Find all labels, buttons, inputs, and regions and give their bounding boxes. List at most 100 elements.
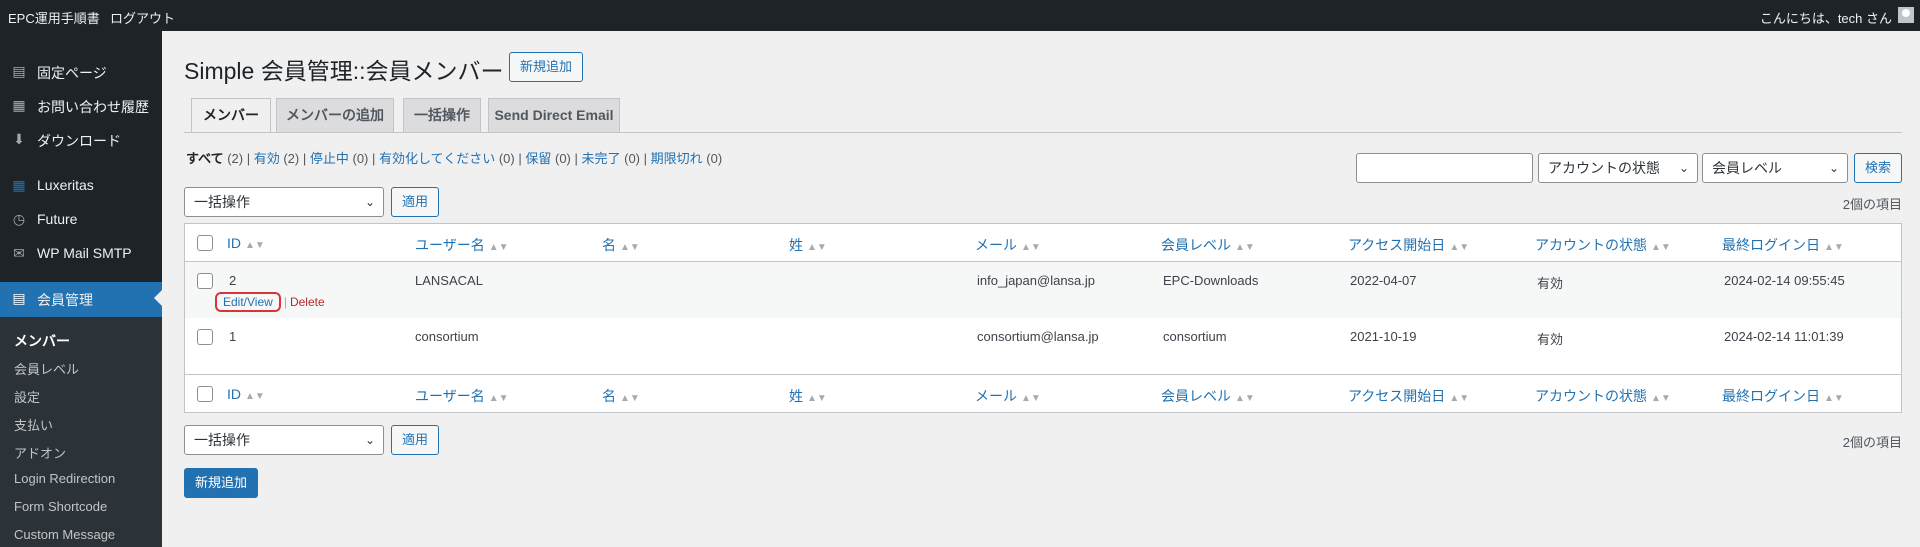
column-last-login[interactable]: 最終ログイン日 ▲▼	[1722, 386, 1844, 406]
submenu-addons[interactable]: アドオン	[14, 443, 66, 462]
column-account-status[interactable]: アカウントの状態 ▲▼	[1535, 386, 1671, 406]
filter-expired[interactable]: 期限切れ	[651, 151, 703, 166]
column-email[interactable]: メール ▲▼	[975, 235, 1041, 255]
site-name-link[interactable]: EPC運用手順書	[8, 8, 100, 27]
sidebar-item-wp-mail-smtp[interactable]: ✉ WP Mail SMTP	[0, 237, 162, 269]
submenu-login-redirection[interactable]: Login Redirection	[14, 471, 115, 486]
add-new-button[interactable]: 新規追加	[509, 52, 583, 82]
column-username[interactable]: ユーザー名 ▲▼	[415, 235, 509, 255]
avatar[interactable]	[1898, 7, 1914, 23]
column-last-name[interactable]: 姓 ▲▼	[789, 386, 827, 406]
download-icon: ⬇	[13, 131, 25, 147]
bulk-action-select-bottom[interactable]: 一括操作 ⌄	[184, 425, 384, 455]
sort-icon: ▲▼	[1651, 393, 1671, 404]
filter-activation-required[interactable]: 有効化してください	[379, 151, 495, 166]
sort-icon: ▲▼	[1651, 242, 1671, 253]
delete-link[interactable]: Delete	[290, 295, 325, 309]
sort-icon: ▲▼	[1021, 393, 1041, 404]
sort-icon: ▲▼	[1235, 242, 1255, 253]
column-id[interactable]: ID ▲▼	[227, 235, 265, 251]
sidebar-item-contact-history[interactable]: ▦ お問い合わせ履歴	[0, 89, 162, 121]
logout-link[interactable]: ログアウト	[110, 8, 175, 27]
member-submenu: メンバー 会員レベル 設定 支払い アドオン Login Redirection…	[0, 317, 162, 547]
sidebar-item-label: WP Mail SMTP	[37, 245, 132, 261]
select-all-checkbox[interactable]	[197, 235, 213, 251]
row-actions: Edit/View | Delete	[215, 292, 325, 312]
sidebar-item-luxeritas[interactable]: ▦ Luxeritas	[0, 169, 162, 201]
submenu-member-levels[interactable]: 会員レベル	[14, 359, 79, 378]
filter-pending[interactable]: 保留	[525, 151, 551, 166]
submenu-members[interactable]: メンバー	[14, 331, 70, 351]
sort-icon: ▲▼	[1235, 393, 1255, 404]
sort-icon: ▲▼	[620, 242, 640, 253]
column-first-name[interactable]: 名 ▲▼	[602, 386, 640, 406]
sort-icon: ▲▼	[1449, 242, 1470, 253]
sort-icon: ▲▼	[807, 242, 827, 253]
cell-email: info_japan@lansa.jp	[977, 273, 1096, 288]
apply-button-top[interactable]: 適用	[391, 187, 439, 217]
column-member-level[interactable]: 会員レベル ▲▼	[1161, 386, 1255, 406]
tab-members[interactable]: メンバー	[191, 98, 271, 133]
column-member-level[interactable]: 会員レベル ▲▼	[1161, 235, 1255, 255]
tab-add-member[interactable]: メンバーの追加	[276, 98, 394, 133]
filter-active[interactable]: 有効	[254, 151, 280, 166]
cell-member-level: consortium	[1163, 329, 1227, 344]
apply-button-bottom[interactable]: 適用	[391, 425, 439, 455]
submenu-settings[interactable]: 設定	[14, 387, 40, 406]
sidebar-item-future[interactable]: ◷ Future	[0, 203, 162, 235]
submenu-form-shortcode[interactable]: Form Shortcode	[14, 499, 107, 514]
cell-username: consortium	[415, 329, 479, 344]
sidebar-item-pages[interactable]: ▤ 固定ページ	[0, 55, 162, 87]
search-button[interactable]: 検索	[1854, 153, 1902, 183]
column-last-login[interactable]: 最終ログイン日 ▲▼	[1722, 235, 1844, 255]
tab-bulk-operation[interactable]: 一括操作	[403, 98, 481, 133]
column-email[interactable]: メール ▲▼	[975, 386, 1041, 406]
account-status-select[interactable]: アカウントの状態 ⌄	[1538, 153, 1698, 183]
tab-send-direct-email[interactable]: Send Direct Email	[488, 98, 620, 133]
status-filter-links: すべて (2) | 有効 (2) | 停止中 (0) | 有効化してください (…	[186, 151, 723, 166]
submenu-payments[interactable]: 支払い	[14, 415, 53, 434]
cell-id: 2	[229, 273, 237, 288]
search-input[interactable]	[1356, 153, 1533, 183]
sort-icon: ▲▼	[1824, 242, 1844, 253]
members-table: ID ▲▼ ユーザー名 ▲▼ 名 ▲▼ 姓 ▲▼ メール ▲▼ 会員レベル ▲▼ アクセス開…	[184, 223, 1902, 413]
sidebar-item-member-management[interactable]: ▤ 会員管理	[0, 282, 162, 317]
column-account-status[interactable]: アカウントの状態 ▲▼	[1535, 235, 1671, 255]
row-checkbox[interactable]	[197, 329, 213, 345]
member-level-select[interactable]: 会員レベル ⌄	[1702, 153, 1848, 183]
add-new-button-bottom[interactable]: 新規追加	[184, 468, 258, 498]
cell-access-start: 2021-10-19	[1350, 329, 1417, 344]
cell-email: consortium@lansa.jp	[977, 329, 1099, 344]
sort-icon: ▲▼	[245, 391, 265, 402]
chevron-down-icon: ⌄	[364, 433, 375, 447]
sidebar-item-download[interactable]: ⬇ ダウンロード	[0, 123, 162, 155]
submenu-custom-message[interactable]: Custom Message	[14, 527, 115, 542]
bulk-action-select-top[interactable]: 一括操作 ⌄	[184, 187, 384, 217]
filter-all[interactable]: すべて	[186, 151, 224, 166]
sort-icon: ▲▼	[488, 242, 509, 253]
column-first-name[interactable]: 名 ▲▼	[602, 235, 640, 255]
table-row: 2 LANSACAL info_japan@lansa.jp EPC-Downl…	[185, 262, 1901, 318]
row-checkbox[interactable]	[197, 273, 213, 289]
cell-account-status: 有効	[1537, 276, 1564, 291]
column-access-start[interactable]: アクセス開始日 ▲▼	[1348, 235, 1469, 255]
filter-incomplete[interactable]: 未完了	[581, 151, 620, 166]
chevron-down-icon: ⌄	[1678, 161, 1689, 175]
cell-id: 1	[229, 329, 237, 344]
edit-view-link[interactable]: Edit/View	[215, 292, 281, 312]
filter-inactive[interactable]: 停止中	[310, 151, 349, 166]
chevron-down-icon: ⌄	[1828, 161, 1839, 175]
table-footer: ID ▲▼ ユーザー名 ▲▼ 名 ▲▼ 姓 ▲▼ メール ▲▼ 会員レベル ▲▼ アクセス開…	[185, 374, 1901, 412]
column-username[interactable]: ユーザー名 ▲▼	[415, 386, 509, 406]
sort-icon: ▲▼	[1021, 242, 1041, 253]
cell-last-login: 2024-02-14 11:01:39	[1724, 329, 1844, 344]
cell-member-level: EPC-Downloads	[1163, 273, 1259, 288]
cell-account-status: 有効	[1537, 332, 1564, 347]
cell-last-login: 2024-02-14 09:55:45	[1724, 273, 1845, 288]
column-access-start[interactable]: アクセス開始日 ▲▼	[1348, 386, 1469, 406]
select-all-checkbox-bottom[interactable]	[197, 386, 213, 402]
column-last-name[interactable]: 姓 ▲▼	[789, 235, 827, 255]
grid-icon: ▦	[12, 177, 26, 193]
column-id[interactable]: ID ▲▼	[227, 386, 265, 402]
greeting-text[interactable]: こんにちは、tech さん	[1760, 8, 1892, 27]
